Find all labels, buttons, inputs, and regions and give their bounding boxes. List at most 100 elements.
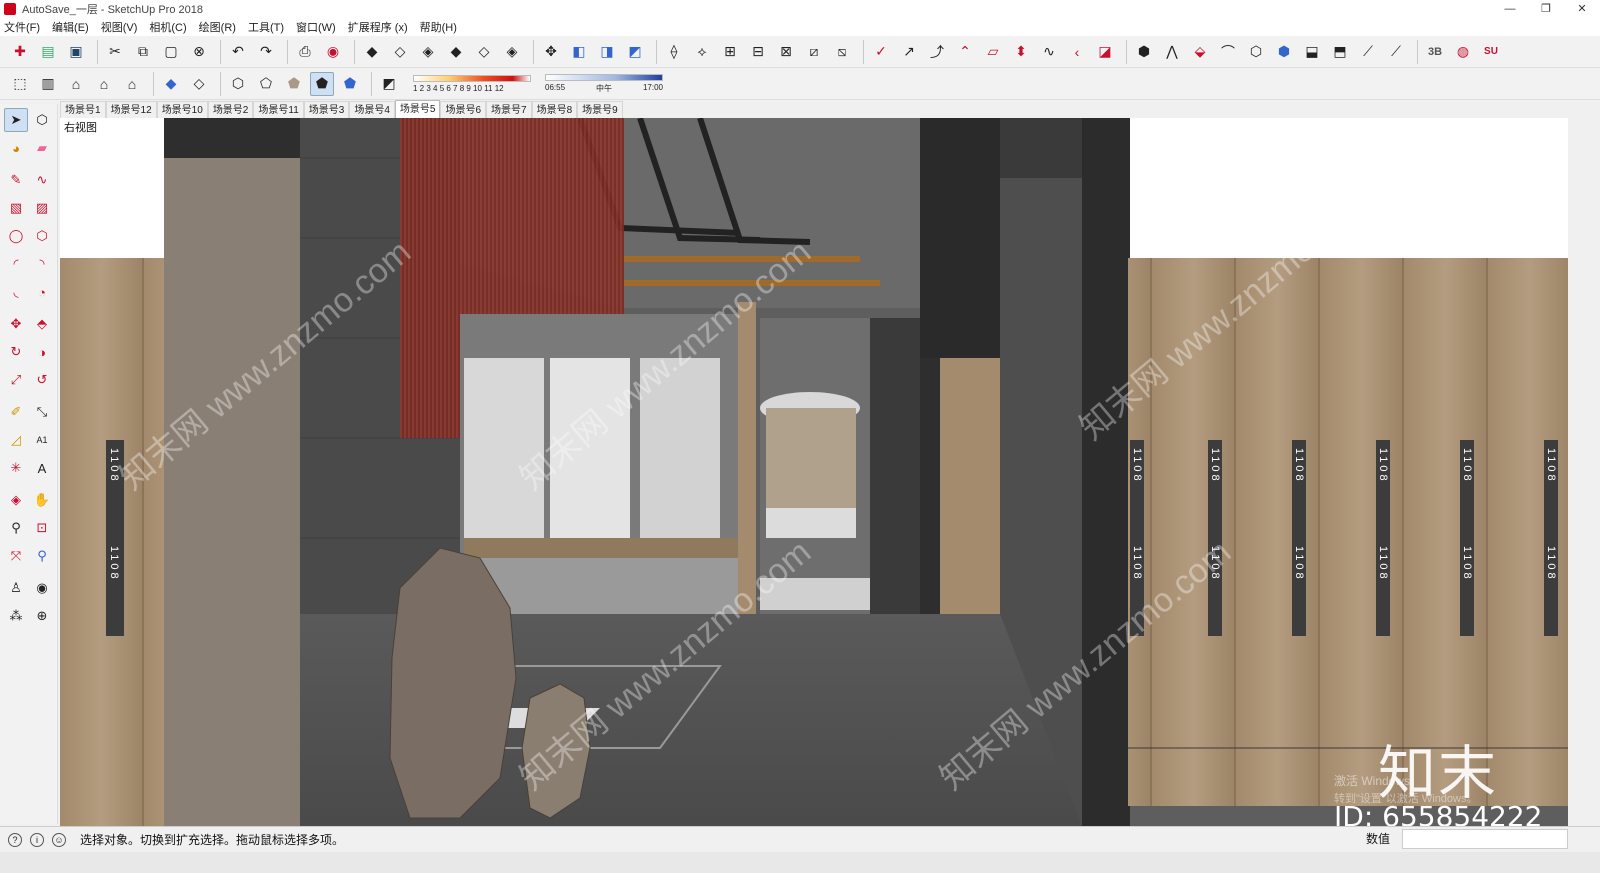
protractor-icon[interactable]: ◿ [4,428,28,452]
3b-plugin-icon[interactable]: 3B [1423,40,1447,64]
su-app-icon[interactable]: SU [1479,40,1503,64]
xray-style-icon[interactable]: ◆ [159,72,183,96]
plugin-tool-15-icon[interactable]: ‹ [1065,40,1089,64]
hidden-line-style-icon[interactable]: ⬠ [254,72,278,96]
house-open-icon[interactable]: ⌂ [120,72,144,96]
left-view-icon[interactable]: ◈ [500,40,524,64]
section-display-icon[interactable]: ◨ [595,40,619,64]
scene-tab[interactable]: 场景号4 [349,101,395,118]
wireframe-style-icon[interactable]: ⬡ [226,72,250,96]
circle-icon[interactable]: ◯ [4,224,28,248]
walk-icon[interactable]: ⁂ [4,604,28,628]
monochrome-style-icon[interactable]: ⬟ [338,72,362,96]
plugin-tool-21-icon[interactable]: ⬡ [1244,40,1268,64]
backedge-style-icon[interactable]: ◇ [187,72,211,96]
scene-tab[interactable]: 场景号11 [253,101,304,118]
plugin-tool-6-icon[interactable]: ⧄ [802,40,826,64]
tape-measure-icon[interactable]: ✐ [4,400,28,424]
plugin-tool-3-icon[interactable]: ⊞ [718,40,742,64]
shaded-style-icon[interactable]: ⬟ [282,72,306,96]
plugin-tool-7-icon[interactable]: ⧅ [830,40,854,64]
rectangle-icon[interactable]: ▧ [4,196,28,220]
scene-tab[interactable]: 场景号10 [156,101,208,118]
redo-icon[interactable]: ↷ [254,40,278,64]
close-button[interactable]: ✕ [1564,0,1600,18]
menu-view[interactable]: 视图(V) [101,19,138,35]
scene-tab-active[interactable]: 场景号5 [394,100,441,118]
warehouse-icon[interactable]: ⬚ [8,72,32,96]
iso-view-icon[interactable]: ◆ [360,40,384,64]
rotate-icon[interactable]: ↻ [4,340,28,364]
rotated-rectangle-icon[interactable]: ▨ [30,196,54,220]
plugin-tool-13-icon[interactable]: ⬍ [1009,40,1033,64]
house-solid-icon[interactable]: ⌂ [64,72,88,96]
shadows-toggle-icon[interactable]: ◩ [377,72,401,96]
arc-icon[interactable]: ◜ [4,252,28,276]
plugin-tool-20-icon[interactable]: ⌒ [1216,40,1240,64]
undo-icon[interactable]: ↶ [226,40,250,64]
scene-tab[interactable]: 场景号1 [60,101,106,118]
make-component-icon[interactable]: ⬡ [30,108,54,132]
previous-view-icon[interactable]: ⚲ [30,544,54,568]
plugin-tool-23-icon[interactable]: ⬓ [1300,40,1324,64]
section-plane-tool-icon[interactable]: ⊕ [30,604,54,628]
plugin-tool-12-icon[interactable]: ▱ [981,40,1005,64]
text-tool-icon[interactable]: A1 [30,428,54,452]
right-view-icon[interactable]: ◆ [444,40,468,64]
measurements-input[interactable] [1402,829,1568,849]
new-file-icon[interactable]: ✚ [8,40,32,64]
plugin-tool-4-icon[interactable]: ⊟ [746,40,770,64]
scene-tab[interactable]: 场景号9 [577,101,623,118]
top-view-icon[interactable]: ◇ [388,40,412,64]
plugin-tool-24-icon[interactable]: ⬒ [1328,40,1352,64]
paste-icon[interactable]: ▢ [159,40,183,64]
freehand-icon[interactable]: ∿ [30,168,54,192]
paint-bucket-icon[interactable]: ◕ [4,136,28,160]
back-view-icon[interactable]: ◇ [472,40,496,64]
plugin-tool-17-icon[interactable]: ⬢ [1132,40,1156,64]
scene-tab[interactable]: 场景号3 [303,101,350,118]
look-around-icon[interactable]: ◉ [30,576,54,600]
plugin-tool-2-icon[interactable]: ⟡ [690,40,714,64]
model-info-icon[interactable]: ◉ [321,40,345,64]
maximize-button[interactable]: ❐ [1528,0,1564,18]
open-folder-icon[interactable]: ▤ [36,40,60,64]
menu-edit[interactable]: 编辑(E) [52,19,89,35]
menu-help[interactable]: 帮助(H) [420,19,457,35]
geolocation-icon[interactable]: ? [8,832,22,847]
plugin-tool-26-icon[interactable]: ⟋ [1384,40,1408,64]
cut-icon[interactable]: ✂ [103,40,127,64]
two-point-arc-icon[interactable]: ◝ [30,252,54,276]
plugin-tool-9-icon[interactable]: ↗ [897,40,921,64]
components-icon[interactable]: ▥ [36,72,60,96]
scene-tab[interactable]: 场景号2 [207,101,254,118]
menu-extensions[interactable]: 扩展程序 (x) [348,19,408,35]
user-icon[interactable]: ☺ [52,832,66,847]
orbit-icon[interactable]: ✥ [539,40,563,64]
menu-camera[interactable]: 相机(C) [149,19,186,35]
month-slider[interactable]: 1 2 3 4 5 6 7 8 9 10 11 12 [413,74,531,93]
plugin-tool-8-icon[interactable]: ✓ [869,40,893,64]
zoom-extents-icon[interactable]: ⤧ [4,544,28,568]
plugin-tool-18-icon[interactable]: ⋀ [1160,40,1184,64]
line-pencil-icon[interactable]: ✎ [4,168,28,192]
plugin-tool-10-icon[interactable]: ⤴ [925,40,949,64]
section-plane-icon[interactable]: ◧ [567,40,591,64]
select-arrow-icon[interactable]: ➤ [4,108,28,132]
offset-icon[interactable]: ↺ [30,368,54,392]
plugin-tool-11-icon[interactable]: ⌃ [953,40,977,64]
polygon-icon[interactable]: ⬡ [30,224,54,248]
minimize-button[interactable]: — [1492,0,1528,18]
menu-window[interactable]: 窗口(W) [296,19,336,35]
push-pull-icon[interactable]: ⬘ [30,312,54,336]
three-point-arc-icon[interactable]: ◟ [4,280,28,304]
save-icon[interactable]: ▣ [64,40,88,64]
scene-tab[interactable]: 场景号12 [105,101,157,118]
position-camera-icon[interactable]: ♙ [4,576,28,600]
copy-icon[interactable]: ⧉ [131,40,155,64]
section-cut-icon[interactable]: ◩ [623,40,647,64]
scene-tab[interactable]: 场景号6 [440,101,487,118]
3d-text-icon[interactable]: A [30,456,54,480]
zoom-icon[interactable]: ⚲ [4,516,28,540]
move-icon[interactable]: ✥ [4,312,28,336]
